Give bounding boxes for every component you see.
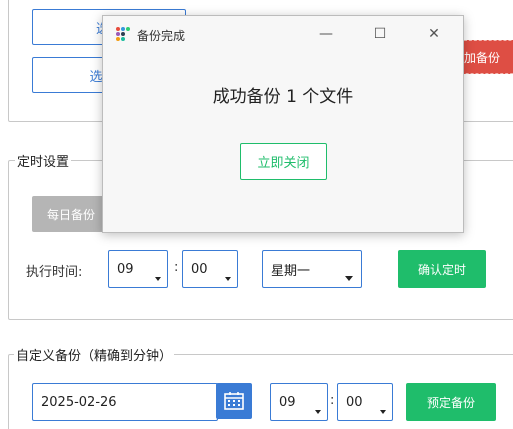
custom-colon: : <box>330 393 335 408</box>
backup-complete-dialog: 备份完成 — ☐ ✕ 成功备份 1 个文件 立即关闭 <box>102 15 464 233</box>
minimize-button[interactable]: — <box>311 22 341 46</box>
calendar-button[interactable] <box>216 383 252 419</box>
schedule-minute-value: 00 <box>191 261 208 277</box>
calendar-icon <box>224 392 244 410</box>
custom-minute-select[interactable]: 00 <box>337 383 393 421</box>
add-backup-button[interactable]: 加备份 <box>457 40 513 74</box>
schedule-colon: : <box>174 260 179 275</box>
schedule-hour-value: 09 <box>117 261 134 277</box>
chevron-down-icon <box>380 410 386 414</box>
custom-hour-value: 09 <box>279 394 296 410</box>
chevron-down-icon <box>155 277 161 281</box>
app-logo-icon <box>115 26 131 42</box>
schedule-legend: 定时设置 <box>15 151 72 170</box>
schedule-backup-button[interactable]: 预定备份 <box>406 383 496 421</box>
chevron-down-icon <box>345 276 353 281</box>
dialog-title: 备份完成 <box>137 29 186 43</box>
date-value: 2025-02-26 <box>41 394 117 410</box>
schedule-minute-select[interactable]: 00 <box>182 250 238 288</box>
custom-minute-value: 00 <box>346 394 363 410</box>
schedule-hour-select[interactable]: 09 <box>108 250 168 288</box>
confirm-schedule-button[interactable]: 确认定时 <box>398 250 486 288</box>
minimize-icon: — <box>319 26 333 42</box>
close-icon: ✕ <box>428 26 440 42</box>
chevron-down-icon <box>315 410 321 414</box>
close-now-button[interactable]: 立即关闭 <box>240 143 327 180</box>
date-input[interactable]: 2025-02-26 <box>32 383 218 421</box>
close-window-button[interactable]: ✕ <box>419 22 449 46</box>
close-now-label: 立即关闭 <box>257 156 310 171</box>
maximize-icon: ☐ <box>373 26 387 42</box>
schedule-backup-label: 预定备份 <box>426 395 475 410</box>
custom-hour-select[interactable]: 09 <box>270 383 328 421</box>
dialog-titlebar: 备份完成 — ☐ ✕ <box>103 16 463 52</box>
weekday-value: 星期一 <box>271 263 311 279</box>
dialog-message: 成功备份 1 个文件 <box>212 87 354 107</box>
chevron-down-icon <box>225 277 231 281</box>
custom-backup-legend: 自定义备份（精确到分钟） <box>14 345 175 364</box>
confirm-schedule-label: 确认定时 <box>417 262 466 277</box>
add-backup-label: 加备份 <box>464 50 501 65</box>
maximize-button[interactable]: ☐ <box>365 22 395 46</box>
daily-backup-button[interactable]: 每日备份 <box>32 196 110 232</box>
weekday-select[interactable]: 星期一 <box>262 250 362 288</box>
daily-backup-label: 每日备份 <box>46 207 95 222</box>
exec-time-label: 执行时间: <box>26 265 83 280</box>
